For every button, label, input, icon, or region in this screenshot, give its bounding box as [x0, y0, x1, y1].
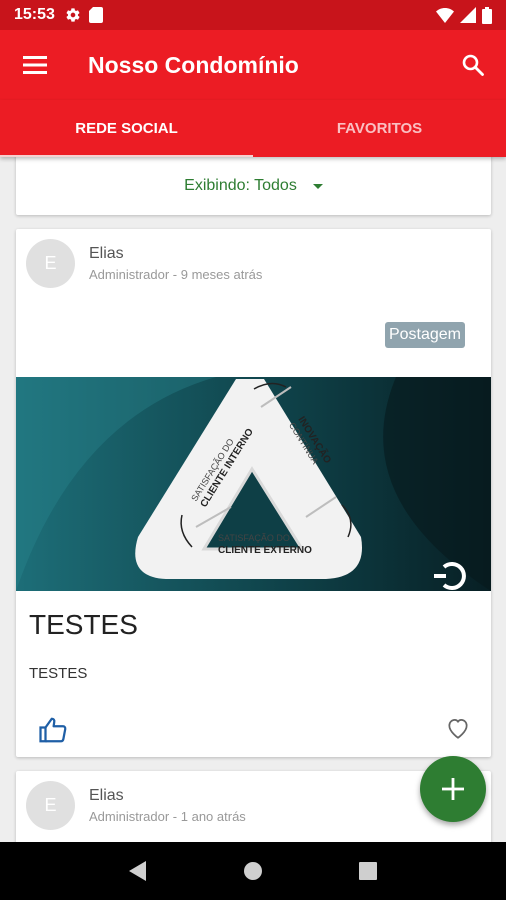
post-author: Elias	[89, 786, 124, 804]
status-time: 15:53	[14, 6, 55, 23]
app-bar: Nosso Condomínio	[0, 30, 506, 100]
app-title: Nosso Condomínio	[88, 51, 299, 78]
search-icon	[462, 54, 484, 76]
gear-icon	[66, 8, 80, 22]
post-meta: Administrador - 1 ano atrás	[89, 808, 246, 824]
heart-icon	[448, 719, 468, 739]
feed[interactable]: Exibindo: Todos E Elias Administrador - …	[0, 157, 506, 842]
wifi-icon	[436, 8, 454, 23]
post-header: E Elias Administrador - 9 meses atrás	[16, 229, 491, 297]
back-icon	[128, 861, 146, 881]
post-author: Elias	[89, 244, 124, 262]
battery-icon	[482, 6, 492, 24]
avatar[interactable]: E	[26, 780, 75, 830]
sd-card-icon	[88, 7, 103, 23]
post-card[interactable]: E Elias Administrador - 9 meses atrás Po…	[16, 229, 491, 757]
dropdown-arrow-icon	[312, 183, 323, 189]
post-body: TESTES	[29, 665, 88, 682]
cycle-label-external-small: SATISFAÇÃO DO	[218, 533, 290, 543]
nav-back-button[interactable]	[120, 853, 156, 889]
triangle-cycle-illustration: SATISFAÇÃO DO CLIENTE INTERNO INOVAÇÃO C…	[16, 377, 491, 591]
system-nav-bar	[0, 842, 506, 900]
filter-dropdown[interactable]: Exibindo: Todos	[16, 157, 491, 215]
search-button[interactable]	[454, 46, 492, 84]
tab-rede-social[interactable]: REDE SOCIAL	[0, 100, 253, 157]
post-type-badge: Postagem	[384, 322, 465, 348]
menu-button[interactable]	[0, 30, 70, 100]
plus-icon	[442, 778, 464, 800]
post-meta: Administrador - 9 meses atrás	[89, 266, 263, 282]
home-icon	[243, 862, 262, 880]
post-title: TESTES	[29, 609, 138, 640]
tab-bar: REDE SOCIAL FAVORITOS	[0, 100, 506, 157]
cycle-label-external-bold: CLIENTE EXTERNO	[218, 545, 312, 556]
add-post-button[interactable]	[420, 756, 486, 822]
favorite-button[interactable]	[445, 715, 473, 743]
like-button[interactable]	[38, 715, 70, 747]
thumbs-up-icon	[39, 717, 67, 743]
avatar[interactable]: E	[26, 238, 75, 288]
filter-label: Exibindo: Todos	[184, 177, 297, 194]
recents-icon	[359, 862, 378, 880]
hamburger-menu-icon	[23, 56, 47, 74]
tab-favoritos[interactable]: FAVORITOS	[253, 100, 506, 157]
nav-home-button[interactable]	[235, 853, 271, 889]
signal-icon	[460, 7, 476, 23]
status-bar: 15:53	[0, 0, 506, 30]
post-image[interactable]: SATISFAÇÃO DO CLIENTE INTERNO INOVAÇÃO C…	[16, 377, 491, 591]
nav-recents-button[interactable]	[350, 853, 386, 889]
